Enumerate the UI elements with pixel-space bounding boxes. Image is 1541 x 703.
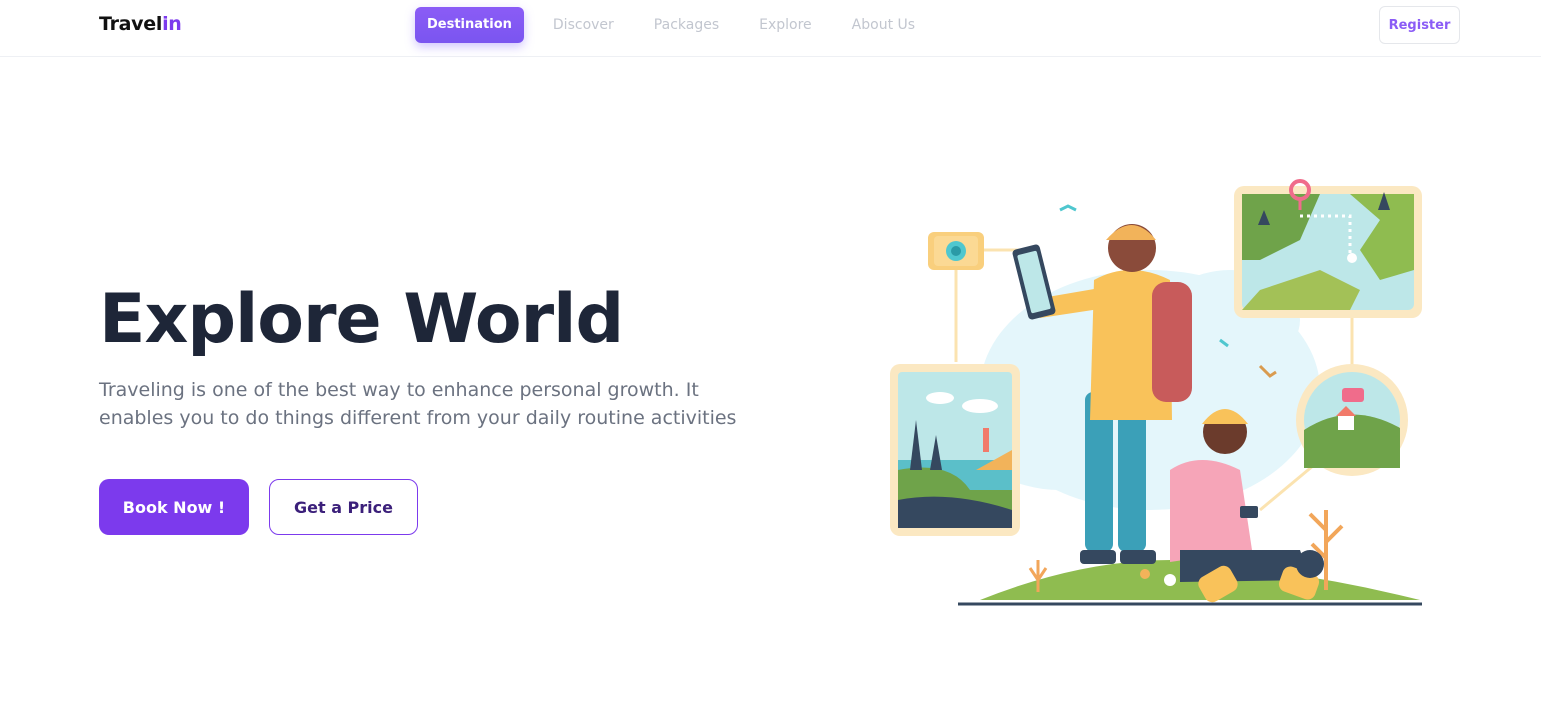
logo[interactable]: Travelin (99, 13, 182, 35)
nav-packages[interactable]: Packages (634, 7, 739, 43)
register-button[interactable]: Register (1379, 6, 1460, 44)
top-navbar: Travelin Destination Discover Packages E… (0, 0, 1541, 57)
nav-explore[interactable]: Explore (739, 7, 832, 43)
hero-description: Traveling is one of the best way to enha… (99, 379, 737, 429)
nav-destination[interactable]: Destination (415, 7, 524, 43)
get-a-price-button[interactable]: Get a Price (269, 479, 418, 535)
logo-accent: in (162, 13, 182, 35)
book-now-button[interactable]: Book Now ! (99, 479, 249, 535)
hero-title: Explore World (99, 280, 624, 359)
nav-discover[interactable]: Discover (533, 7, 634, 43)
travelers-illustration-icon (890, 179, 1422, 606)
nav-about-us[interactable]: About Us (832, 7, 935, 43)
logo-main: Travel (99, 13, 163, 35)
main-nav: Destination Discover Packages Explore Ab… (415, 7, 935, 43)
